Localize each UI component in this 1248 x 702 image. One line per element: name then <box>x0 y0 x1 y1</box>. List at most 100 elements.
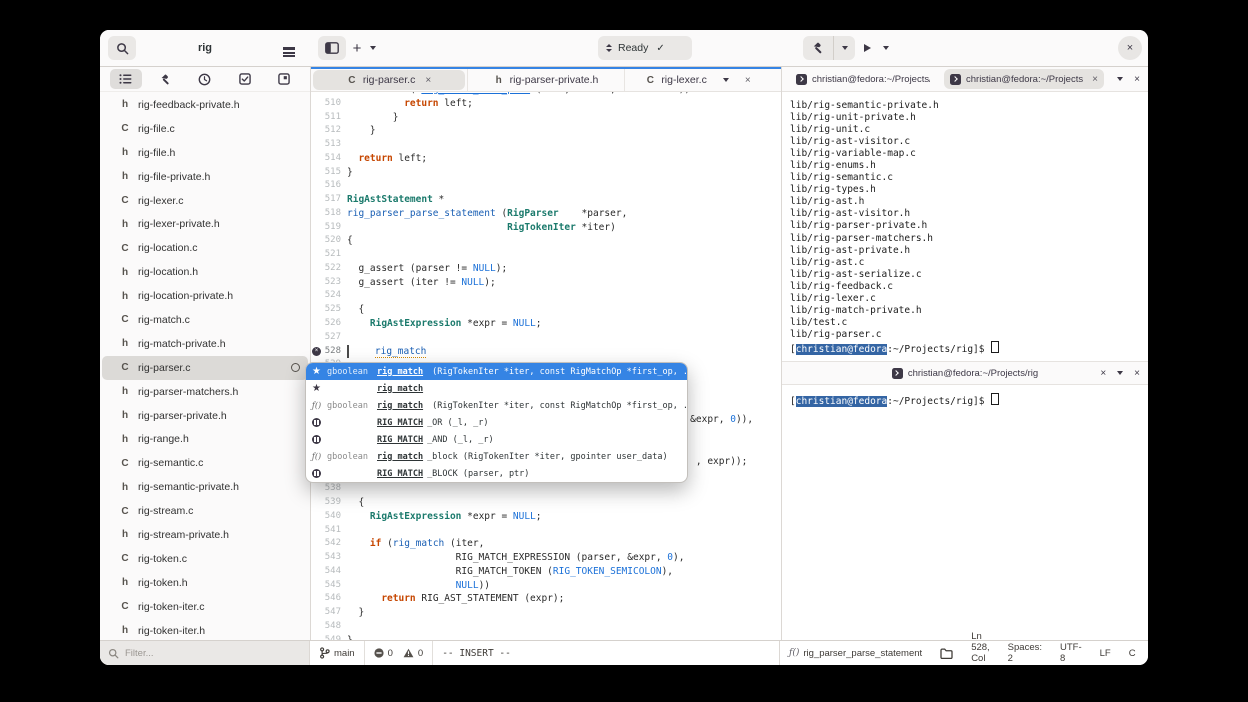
history-panel-tab[interactable] <box>189 69 221 89</box>
file-row-rig-lexer-private.h[interactable]: h rig-lexer-private.h <box>102 212 308 236</box>
current-symbol-button[interactable]: ƒ() rig_parser_parse_statement <box>780 641 931 665</box>
run-menu-caret[interactable] <box>878 36 894 60</box>
run-button[interactable] <box>858 36 876 60</box>
file-row-rig-token.h[interactable]: h rig-token.h <box>102 571 308 595</box>
completion-item[interactable]: ★ gboolean rig_match (RigTokenIter *iter, … <box>306 363 687 380</box>
terminal2-close-button[interactable]: × <box>1100 368 1106 379</box>
build-status-button[interactable]: Ready ✓ <box>598 36 692 60</box>
terminal-cursor <box>991 340 1000 353</box>
display-toggle-button[interactable] <box>1145 641 1148 665</box>
file-row-rig-location.c[interactable]: Crig-location.c <box>102 236 308 260</box>
file-name: rig-token-iter.c <box>138 600 205 613</box>
language-button[interactable]: C <box>1120 641 1145 665</box>
file-row-rig-match-private.h[interactable]: h rig-match-private.h <box>102 332 308 356</box>
completion-item[interactable]: ★ rig_match <box>306 380 687 397</box>
file-row-rig-semantic.c[interactable]: Crig-semantic.c <box>102 451 308 475</box>
todo-panel-tab[interactable] <box>229 69 261 89</box>
terminal-line: lib/rig-feedback.c <box>790 280 893 292</box>
terminal-output[interactable]: lib/rig-semantic-private.h lib/rig-unit-p… <box>782 92 1148 362</box>
cursor-position-button[interactable]: Ln 528, Col 14 <box>962 631 998 665</box>
editor-tab-rig-parser.c[interactable]: Crig-parser.c × <box>311 69 468 91</box>
file-row-rig-file-private.h[interactable]: h rig-file-private.h <box>102 165 308 189</box>
file-row-rig-token-iter.h[interactable]: h rig-token-iter.h <box>102 619 308 640</box>
shell-prompt: [christian@fedora:~/Projects/rig]$ <box>790 340 1148 356</box>
tab-list-caret[interactable] <box>722 78 729 82</box>
encoding-button[interactable]: UTF-8 <box>1051 641 1091 665</box>
terminal2-title: christian@fedora:~/Projects/rig <box>907 367 1039 379</box>
terminal-tab[interactable]: christian@fedora:~/Projects/rig <box>790 69 936 89</box>
file-row-rig-parser.c[interactable]: Crig-parser.c <box>102 355 308 380</box>
app-window: rig + Ready ✓ × h rig-feedback-private.h… <box>100 30 1148 665</box>
function-icon: ƒ() <box>789 648 800 658</box>
file-row-rig-file.h[interactable]: h rig-file.h <box>102 141 308 165</box>
filter-input[interactable]: Filter... <box>100 641 310 665</box>
project-tree-tab[interactable] <box>109 69 142 89</box>
matched-text: RIG_MATCH <box>377 468 424 479</box>
file-row-rig-token-iter.c[interactable]: Crig-token-iter.c <box>102 595 308 619</box>
terminal-line: lib/test.c <box>790 316 848 328</box>
window-close-button[interactable]: × <box>1118 36 1142 60</box>
file-row-rig-parser-private.h[interactable]: h rig-parser-private.h <box>102 404 308 428</box>
matched-text: rig_match <box>377 400 424 411</box>
c-header-file-icon: h <box>121 481 129 493</box>
terminal-tab[interactable]: christian@fedora:~/Projects × <box>944 69 1104 89</box>
code-line-541: 541 <box>311 524 781 538</box>
menu-button[interactable] <box>276 36 302 60</box>
completion-item[interactable]: RIG_MATCH _OR (_l, _r) <box>306 414 687 431</box>
code-line-528: × 528 rig_match <box>311 344 781 359</box>
file-name: rig-lexer-private.h <box>138 218 220 231</box>
editor-tab-rig-parser-private.h[interactable]: h rig-parser-private.h <box>468 69 625 91</box>
editor-tab-rig-lexer.c[interactable]: Crig-lexer.c × <box>625 69 781 91</box>
file-row-rig-stream-private.h[interactable]: h rig-stream-private.h <box>102 523 308 547</box>
file-name: rig-parser.c <box>138 361 191 374</box>
file-row-rig-stream.c[interactable]: Crig-stream.c <box>102 499 308 523</box>
panel-toggle-button[interactable] <box>318 36 346 60</box>
file-row-rig-match.c[interactable]: Crig-match.c <box>102 308 308 332</box>
file-row-rig-token.c[interactable]: Crig-token.c <box>102 547 308 571</box>
completion-item[interactable]: RIG_MATCH _BLOCK (parser, ptr) <box>306 465 687 482</box>
line-number: 546 <box>324 593 341 604</box>
line-ending-button[interactable]: LF <box>1091 641 1120 665</box>
frame-close-button[interactable]: × <box>745 75 751 86</box>
tab-close-button[interactable]: × <box>1092 74 1098 85</box>
build-button[interactable] <box>803 36 833 60</box>
file-name: rig-location-private.h <box>138 290 234 303</box>
documentation-panel-tab[interactable] <box>268 69 300 89</box>
terminal2-menu-caret[interactable] <box>1117 371 1124 375</box>
panel-close-button[interactable]: × <box>1134 368 1140 379</box>
file-row-rig-location-private.h[interactable]: h rig-location-private.h <box>102 284 308 308</box>
file-row-rig-location.h[interactable]: h rig-location.h <box>102 260 308 284</box>
file-row-rig-file.c[interactable]: Crig-file.c <box>102 117 308 141</box>
plus-icon: + <box>352 39 362 57</box>
file-row-rig-range.h[interactable]: h rig-range.h <box>102 427 308 451</box>
build-panel-tab[interactable] <box>149 69 181 89</box>
tab-close-button[interactable]: × <box>425 75 431 86</box>
file-name: rig-feedback-private.h <box>138 98 240 111</box>
indentation-button[interactable]: Spaces: 2 <box>999 641 1051 665</box>
line-number: × 528 <box>311 345 347 359</box>
terminal-frame-close-button[interactable]: × <box>1134 74 1140 85</box>
file-row-rig-parser-matchers.h[interactable]: h rig-parser-matchers.h <box>102 380 308 404</box>
completion-item[interactable]: ƒ() gboolean rig_match _block (RigTokenIter… <box>306 448 687 465</box>
completion-item[interactable]: ƒ() gboolean rig_match (RigTokenIter *iter… <box>306 397 687 414</box>
file-row-rig-feedback-private.h[interactable]: h rig-feedback-private.h <box>102 93 308 117</box>
project-folder-button[interactable] <box>931 641 962 665</box>
git-branch-button[interactable]: main <box>310 641 364 665</box>
code-line-523: 523 g_assert (iter != NULL); <box>311 276 781 290</box>
c-header-file-icon: h <box>121 147 129 159</box>
file-row-rig-semantic-private.h[interactable]: h rig-semantic-private.h <box>102 475 308 499</box>
new-tab-button[interactable]: + <box>348 36 366 60</box>
build-menu-caret[interactable] <box>834 36 855 60</box>
terminal-tab-list-caret[interactable] <box>1117 77 1124 81</box>
new-tab-caret[interactable] <box>366 36 380 60</box>
code-line-517: 517 RigAstStatement * <box>311 193 781 207</box>
line-number: 515 <box>324 166 341 177</box>
terminal2-output[interactable]: [christian@fedora:~/Projects/rig]$ <box>782 385 1148 640</box>
code-line-510: 510 return left; <box>311 97 781 111</box>
line-number: 523 <box>324 276 341 287</box>
line-number: 514 <box>324 152 341 163</box>
c-header-file-icon: h <box>121 529 129 541</box>
completion-item[interactable]: RIG_MATCH _AND (_l, _r) <box>306 431 687 448</box>
file-row-rig-lexer.c[interactable]: Crig-lexer.c <box>102 189 308 213</box>
diagnostics-button[interactable]: 0 0 <box>365 641 433 665</box>
